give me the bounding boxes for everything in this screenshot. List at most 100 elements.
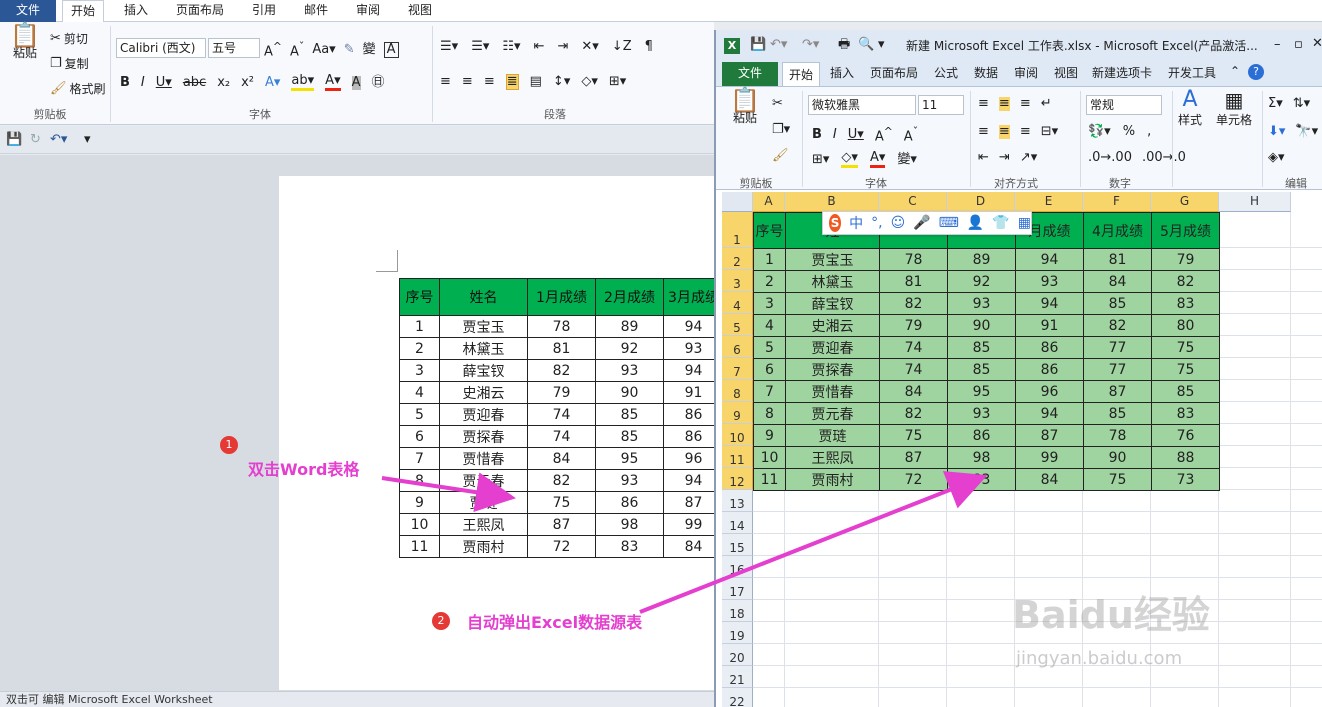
clear-icon[interactable]: ◈▾: [1268, 151, 1285, 165]
excel-cell[interactable]: 75: [879, 424, 948, 447]
wrap-text-icon[interactable]: ↵: [1041, 97, 1052, 111]
emoji-icon[interactable]: ☺: [891, 215, 906, 231]
styles-button[interactable]: A 样式: [1178, 89, 1202, 128]
number-format-select[interactable]: 常规: [1086, 95, 1162, 115]
word-tab-references[interactable]: 引用: [244, 0, 284, 22]
word-table-cell[interactable]: 98: [595, 513, 664, 536]
word-table-cell[interactable]: 4: [399, 381, 440, 404]
word-table-cell[interactable]: 10: [399, 513, 440, 536]
excel-cell[interactable]: 96: [1015, 380, 1084, 403]
shrink-font-icon[interactable]: Aˇ: [290, 40, 304, 59]
excel-cell[interactable]: 89: [947, 248, 1016, 271]
multilevel-icon[interactable]: ☷▾: [502, 40, 520, 54]
borders-icon[interactable]: ⊞▾: [609, 75, 626, 89]
excel-cell[interactable]: 3: [753, 292, 786, 315]
row-header[interactable]: 16: [722, 556, 753, 578]
word-table-cell[interactable]: 82: [527, 359, 596, 382]
word-table-cell[interactable]: 92: [595, 337, 664, 360]
orientation-icon[interactable]: ↗▾: [1020, 151, 1037, 165]
chinese-layout-icon[interactable]: ✕▾: [581, 40, 598, 54]
customize-qat-icon[interactable]: ▾: [84, 133, 91, 147]
excel-cell[interactable]: 王熙凤: [785, 446, 880, 469]
word-table-cell[interactable]: 83: [595, 535, 664, 558]
left-align-icon[interactable]: ≡: [978, 125, 989, 139]
column-header[interactable]: A: [753, 192, 785, 212]
word-table-cell[interactable]: 74: [527, 425, 596, 448]
middle-align-icon[interactable]: ≡: [998, 97, 1010, 111]
align-left-icon[interactable]: ≡: [440, 75, 451, 89]
microphone-icon[interactable]: 🎤: [913, 215, 930, 231]
increase-decimal-icon[interactable]: .0→.00: [1088, 151, 1132, 165]
word-table-cell[interactable]: 95: [595, 447, 664, 470]
word-table-cell[interactable]: 贾宝玉: [439, 315, 528, 338]
row-header[interactable]: 3: [722, 270, 753, 292]
sum-icon[interactable]: Σ▾: [1268, 97, 1283, 111]
excel-cell[interactable]: 贾迎春: [785, 336, 880, 359]
skin-shirt-icon[interactable]: 👕: [992, 215, 1009, 231]
excel-cell[interactable]: 74: [879, 358, 948, 381]
excel-cell[interactable]: 88: [1151, 446, 1220, 469]
excel-cell[interactable]: 84: [1015, 468, 1084, 491]
excel-cell[interactable]: 93: [947, 402, 1016, 425]
row-header[interactable]: 9: [722, 402, 753, 424]
excel-tab-data[interactable]: 数据: [974, 64, 998, 81]
excel-cell[interactable]: 83: [1151, 402, 1220, 425]
cut-button[interactable]: ✂ 剪切: [50, 30, 88, 47]
word-tab-mailings[interactable]: 邮件: [296, 0, 336, 22]
word-tab-layout[interactable]: 页面布局: [168, 0, 232, 22]
row-header[interactable]: 17: [722, 578, 753, 600]
word-table-cell[interactable]: 78: [527, 315, 596, 338]
bold-icon[interactable]: B: [812, 127, 822, 142]
phonetic-icon[interactable]: 變: [363, 42, 376, 57]
italic-icon[interactable]: I: [833, 127, 837, 142]
word-table-cell[interactable]: 85: [595, 403, 664, 426]
word-table-cell[interactable]: 8: [399, 469, 440, 492]
excel-cell[interactable]: 75: [1151, 336, 1220, 359]
excel-cell[interactable]: 91: [1015, 314, 1084, 337]
sort-filter-icon[interactable]: ⇅▾: [1293, 97, 1310, 111]
row-header[interactable]: 15: [722, 534, 753, 556]
word-table-cell[interactable]: 90: [595, 381, 664, 404]
excel-cell[interactable]: 贾元春: [785, 402, 880, 425]
excel-cell[interactable]: 93: [1015, 270, 1084, 293]
excel-cell[interactable]: 史湘云: [785, 314, 880, 337]
row-header[interactable]: 4: [722, 292, 753, 314]
excel-cell[interactable]: 98: [947, 446, 1016, 469]
numbering-icon[interactable]: ☰▾: [471, 40, 489, 54]
save-icon[interactable]: 💾: [6, 133, 22, 147]
excel-cell[interactable]: 78: [879, 248, 948, 271]
excel-cell[interactable]: 90: [1083, 446, 1152, 469]
excel-font-select[interactable]: 微软雅黑: [808, 95, 916, 115]
row-header[interactable]: 13: [722, 490, 753, 512]
word-header-cell[interactable]: 序号: [399, 278, 440, 316]
word-table-cell[interactable]: 王熙凤: [439, 513, 528, 536]
excel-cell[interactable]: 80: [1151, 314, 1220, 337]
excel-cell[interactable]: 73: [1151, 468, 1220, 491]
line-spacing-icon[interactable]: ↕▾: [553, 75, 570, 89]
excel-cell[interactable]: 86: [1015, 358, 1084, 381]
increase-indent-icon[interactable]: ⇥: [557, 40, 568, 54]
excel-header-cell[interactable]: 5月成绩: [1151, 212, 1220, 249]
word-table-cell[interactable]: 89: [595, 315, 664, 338]
excel-cell[interactable]: 85: [1083, 292, 1152, 315]
word-table-cell[interactable]: 82: [527, 469, 596, 492]
excel-preview-icon[interactable]: 🔍: [858, 38, 874, 52]
char-shading-icon[interactable]: A: [351, 75, 361, 90]
right-align-icon[interactable]: ≡: [1020, 125, 1031, 139]
word-table-cell[interactable]: 93: [595, 359, 664, 382]
excel-tab-layout[interactable]: 页面布局: [870, 64, 918, 81]
column-header[interactable]: G: [1151, 192, 1219, 212]
word-tab-insert[interactable]: 插入: [116, 0, 156, 22]
excel-cell[interactable]: 9: [753, 424, 786, 447]
excel-cell[interactable]: 77: [1083, 358, 1152, 381]
strikethrough-icon[interactable]: abc: [183, 75, 206, 90]
font-size-select[interactable]: 五号: [208, 38, 260, 58]
cells-button[interactable]: ▦ 单元格: [1216, 90, 1252, 128]
excel-redo-icon[interactable]: ↷▾: [802, 38, 819, 52]
bottom-align-icon[interactable]: ≡: [1020, 97, 1031, 111]
word-tab-review[interactable]: 审阅: [348, 0, 388, 22]
excel-cell[interactable]: 84: [1083, 270, 1152, 293]
excel-cell[interactable]: 贾琏: [785, 424, 880, 447]
excel-cell[interactable]: 贾探春: [785, 358, 880, 381]
align-center-icon[interactable]: ≡: [462, 75, 473, 89]
